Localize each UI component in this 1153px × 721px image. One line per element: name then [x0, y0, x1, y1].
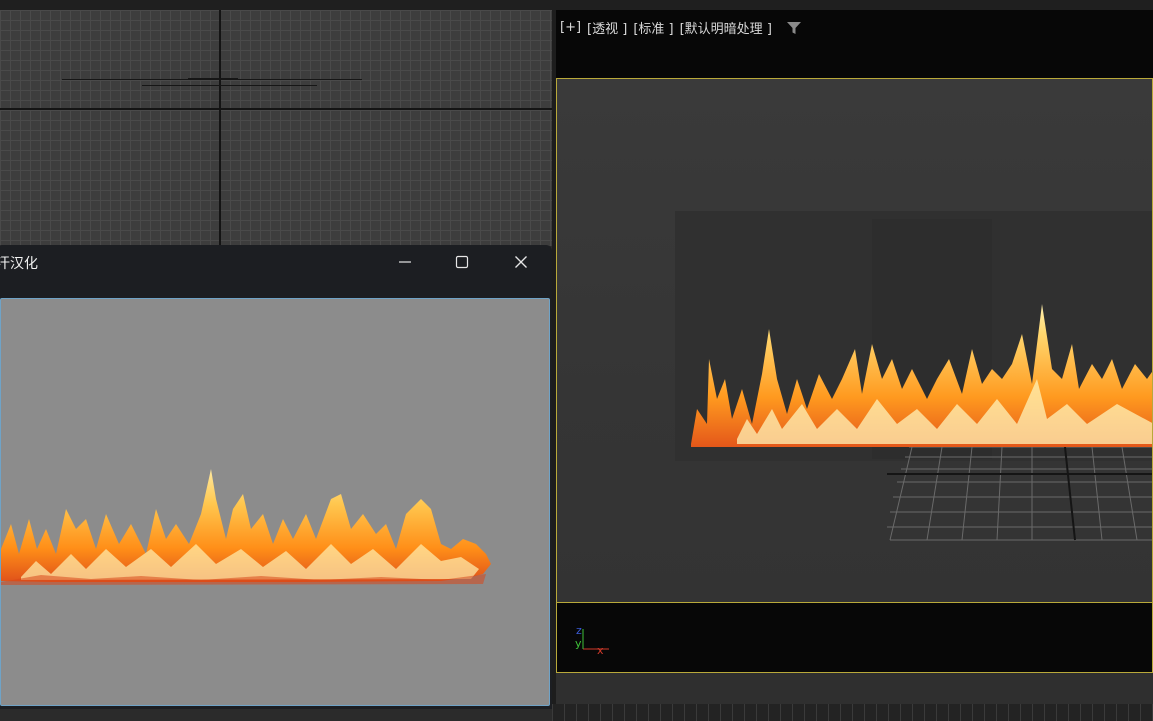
maximize-icon [455, 255, 469, 269]
render-frame-window[interactable]: 汗汉化 [0, 245, 552, 709]
rendered-image [0, 298, 550, 706]
fire-mesh-perspective [691, 304, 1152, 447]
close-button[interactable] [499, 249, 543, 275]
viewport-plus-menu[interactable]: [+] [560, 20, 581, 35]
viewport-view-menu[interactable]: [透视 ] [587, 18, 627, 37]
viewport-scene[interactable] [556, 78, 1153, 603]
axis-tripod-icon: y z x [575, 624, 609, 655]
top-strip [0, 0, 1153, 10]
close-icon [515, 256, 527, 268]
timeline-ruler[interactable] [552, 704, 1153, 721]
minimize-button[interactable] [383, 249, 427, 275]
render-window-title: 汗汉化 [0, 256, 38, 272]
fire-plane-outline-back [142, 85, 317, 86]
filter-icon[interactable] [786, 21, 802, 35]
render-window-toolbar-strip [0, 279, 552, 298]
viewport-x-axis-line [0, 108, 552, 110]
fire-plane-pivot [188, 78, 238, 80]
axis-y-label: y [575, 637, 582, 650]
minimize-icon [399, 261, 411, 263]
viewport-label-bar: [+] [透视 ] [标准 ] [默认明暗处理 ] [556, 10, 1153, 78]
render-window-titlebar[interactable]: 汗汉化 [0, 245, 552, 279]
maximize-button[interactable] [440, 249, 484, 275]
viewport-lighting-menu[interactable]: [默认明暗处理 ] [680, 18, 772, 37]
rendered-fire [1, 469, 491, 585]
viewport-bottom-bar: y z x [556, 603, 1153, 673]
viewport-y-axis-line [219, 10, 221, 246]
axis-x-label: x [597, 644, 604, 655]
viewport-shading-menu[interactable]: [标准 ] [633, 18, 673, 37]
axis-z-label: z [576, 624, 582, 637]
perspective-viewport[interactable]: [+] [透视 ] [标准 ] [默认明暗处理 ] y z x [556, 10, 1153, 710]
top-viewport[interactable] [0, 10, 552, 246]
